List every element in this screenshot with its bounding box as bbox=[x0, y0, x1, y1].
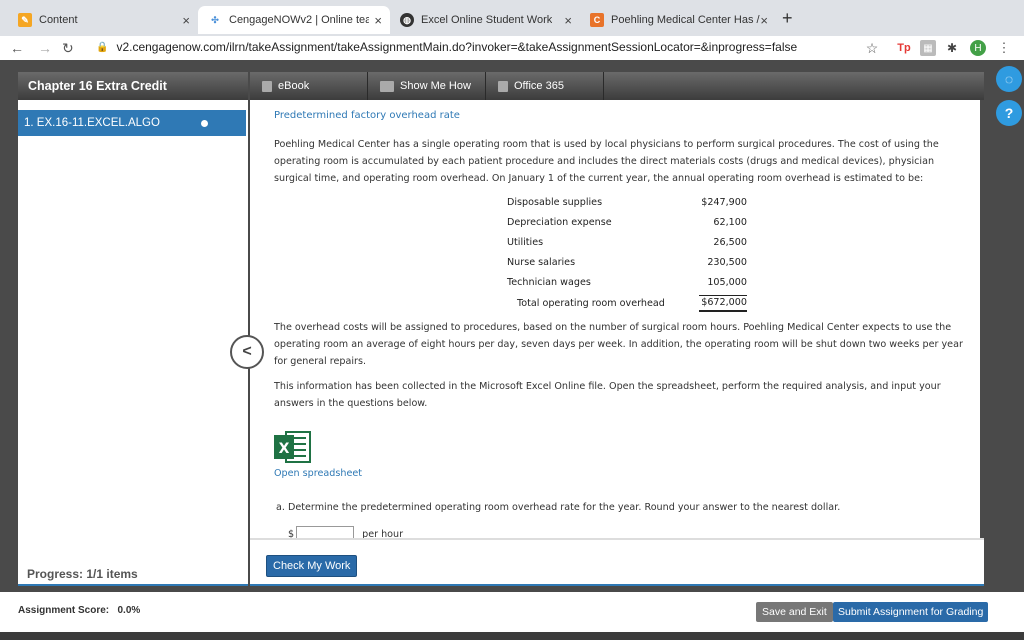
cost-label: Depreciation expense bbox=[507, 216, 612, 228]
question-sidebar bbox=[18, 100, 248, 584]
office-icon bbox=[498, 80, 508, 92]
check-bar bbox=[250, 538, 984, 586]
ebook-label: eBook bbox=[278, 80, 310, 92]
unit-label: per hour bbox=[362, 528, 404, 539]
question-content: Predetermined factory overhead rate Poeh… bbox=[250, 100, 980, 538]
tab-cengage[interactable]: ✣ CengageNOWv2 | Online teach × bbox=[198, 6, 390, 34]
cost-amount: 105,000 bbox=[707, 276, 747, 288]
table-row: Utilities 26,500 bbox=[507, 232, 747, 252]
globe-icon: ◍ bbox=[400, 13, 414, 27]
excel-icon[interactable]: X bbox=[274, 430, 312, 464]
refresh-icon[interactable]: ◌ bbox=[996, 66, 1022, 92]
sidebar-question-item[interactable]: 1. EX.16-11.EXCEL.ALGO bbox=[18, 110, 246, 136]
back-arrow-icon[interactable]: ← bbox=[10, 36, 24, 60]
open-spreadsheet-link[interactable]: Open spreadsheet bbox=[274, 468, 362, 479]
tab-excel-online[interactable]: ◍ Excel Online Student Work × bbox=[390, 6, 580, 34]
office365-label: Office 365 bbox=[514, 80, 564, 92]
new-tab-button[interactable]: + bbox=[782, 8, 793, 29]
progress-text: Progress: 1/1 items bbox=[18, 562, 246, 586]
extension-tp-icon[interactable]: Tp bbox=[896, 40, 912, 56]
table-row: Depreciation expense 62,100 bbox=[507, 212, 747, 232]
score-label: Assignment Score: bbox=[18, 605, 110, 616]
cost-label: Technician wages bbox=[507, 276, 591, 288]
cost-amount: 26,500 bbox=[713, 236, 747, 248]
table-row: Disposable supplies $247,900 bbox=[507, 192, 747, 212]
cost-label: Nurse salaries bbox=[507, 256, 576, 268]
status-dot-icon bbox=[201, 119, 208, 127]
cost-label: Utilities bbox=[507, 236, 544, 248]
tab-title: Content bbox=[39, 14, 78, 26]
close-icon[interactable]: × bbox=[564, 13, 572, 28]
address-bar: ← → ↻ 🔒 v2.cengagenow.com/ilrn/takeAssig… bbox=[0, 36, 1024, 60]
divider bbox=[18, 584, 248, 586]
reload-icon[interactable]: ↻ bbox=[62, 36, 74, 60]
video-icon bbox=[380, 80, 394, 92]
menu-icon[interactable]: ⋮ bbox=[996, 40, 1012, 56]
extension-icon[interactable]: ▦ bbox=[920, 40, 936, 56]
forward-arrow-icon[interactable]: → bbox=[38, 36, 52, 60]
question-paragraph: This information has been collected in t… bbox=[274, 381, 941, 409]
cost-label: Disposable supplies bbox=[507, 196, 603, 208]
footer-strip bbox=[0, 632, 1024, 640]
answer-row: $ per hour bbox=[288, 526, 403, 538]
book-icon bbox=[262, 80, 272, 92]
save-and-exit-button[interactable]: Save and Exit bbox=[756, 602, 833, 622]
submit-assignment-button[interactable]: Submit Assignment for Grading bbox=[833, 602, 989, 622]
cengage-c-icon: C bbox=[590, 13, 604, 27]
table-row: Nurse salaries 230,500 bbox=[507, 252, 747, 272]
total-amount: $672,000 bbox=[699, 294, 747, 312]
question-paragraph: Poehling Medical Center has a single ope… bbox=[274, 139, 939, 184]
browser-tab-bar: ✎ Content × ✣ CengageNOWv2 | Online teac… bbox=[0, 0, 1024, 36]
table-row: Technician wages 105,000 bbox=[507, 272, 747, 292]
lock-icon: 🔒 bbox=[96, 41, 109, 53]
profile-avatar[interactable]: H bbox=[970, 40, 986, 56]
collapse-sidebar-button[interactable]: < bbox=[230, 335, 264, 369]
overhead-cost-table: Disposable supplies $247,900 Depreciatio… bbox=[507, 192, 747, 314]
cost-amount: 230,500 bbox=[707, 256, 747, 268]
cengage-icon: ✣ bbox=[208, 13, 222, 27]
question-toolbar: eBook Show Me How Office 365 bbox=[250, 72, 984, 100]
side-tools: ◌ ? bbox=[996, 66, 1024, 134]
ebook-button[interactable]: eBook bbox=[250, 72, 368, 100]
close-icon[interactable]: × bbox=[374, 13, 382, 28]
tab-poehling[interactable]: C Poehling Medical Center Has / × bbox=[580, 6, 776, 34]
url-text: v2.cengagenow.com/ilrn/takeAssignment/ta… bbox=[116, 40, 798, 54]
show-me-how-button[interactable]: Show Me How bbox=[368, 72, 486, 100]
question-part-a: a. Determine the predetermined operating… bbox=[276, 502, 841, 513]
score-value: 0.0% bbox=[117, 605, 141, 616]
close-icon[interactable]: × bbox=[182, 13, 190, 28]
sidebar-item-label: 1. EX.16-11.EXCEL.ALGO bbox=[24, 117, 160, 129]
close-icon[interactable]: × bbox=[760, 13, 768, 28]
divider bbox=[250, 584, 984, 586]
total-row: Total operating room overhead $672,000 bbox=[507, 292, 747, 314]
currency-label: $ bbox=[288, 528, 295, 539]
help-icon[interactable]: ? bbox=[996, 100, 1022, 126]
puzzle-icon[interactable]: ✱ bbox=[944, 40, 960, 56]
question-paragraph: The overhead costs will be assigned to p… bbox=[274, 322, 963, 367]
tab-title: Poehling Medical Center Has / bbox=[611, 14, 760, 26]
question-title: Predetermined factory overhead rate bbox=[274, 110, 460, 121]
tab-content[interactable]: ✎ Content × bbox=[8, 6, 198, 34]
tab-title: Excel Online Student Work bbox=[421, 14, 553, 26]
star-icon[interactable]: ☆ bbox=[864, 40, 880, 56]
office365-button[interactable]: Office 365 bbox=[486, 72, 604, 100]
cost-amount: 62,100 bbox=[713, 216, 747, 228]
tab-title: CengageNOWv2 | Online teach bbox=[229, 14, 369, 26]
total-label: Total operating room overhead bbox=[517, 297, 665, 309]
chevron-left-icon: < bbox=[242, 343, 252, 360]
chapter-title: Chapter 16 Extra Credit bbox=[18, 72, 248, 100]
url-field[interactable]: 🔒 v2.cengagenow.com/ilrn/takeAssignment/… bbox=[96, 40, 797, 54]
cost-amount: $247,900 bbox=[701, 196, 747, 208]
svg-text:X: X bbox=[279, 441, 290, 457]
assignment-score: Assignment Score: 0.0% bbox=[18, 605, 140, 616]
overhead-rate-input[interactable] bbox=[296, 526, 355, 538]
pencil-icon: ✎ bbox=[18, 13, 32, 27]
show-me-how-label: Show Me How bbox=[400, 80, 471, 92]
check-my-work-button[interactable]: Check My Work bbox=[266, 555, 358, 577]
